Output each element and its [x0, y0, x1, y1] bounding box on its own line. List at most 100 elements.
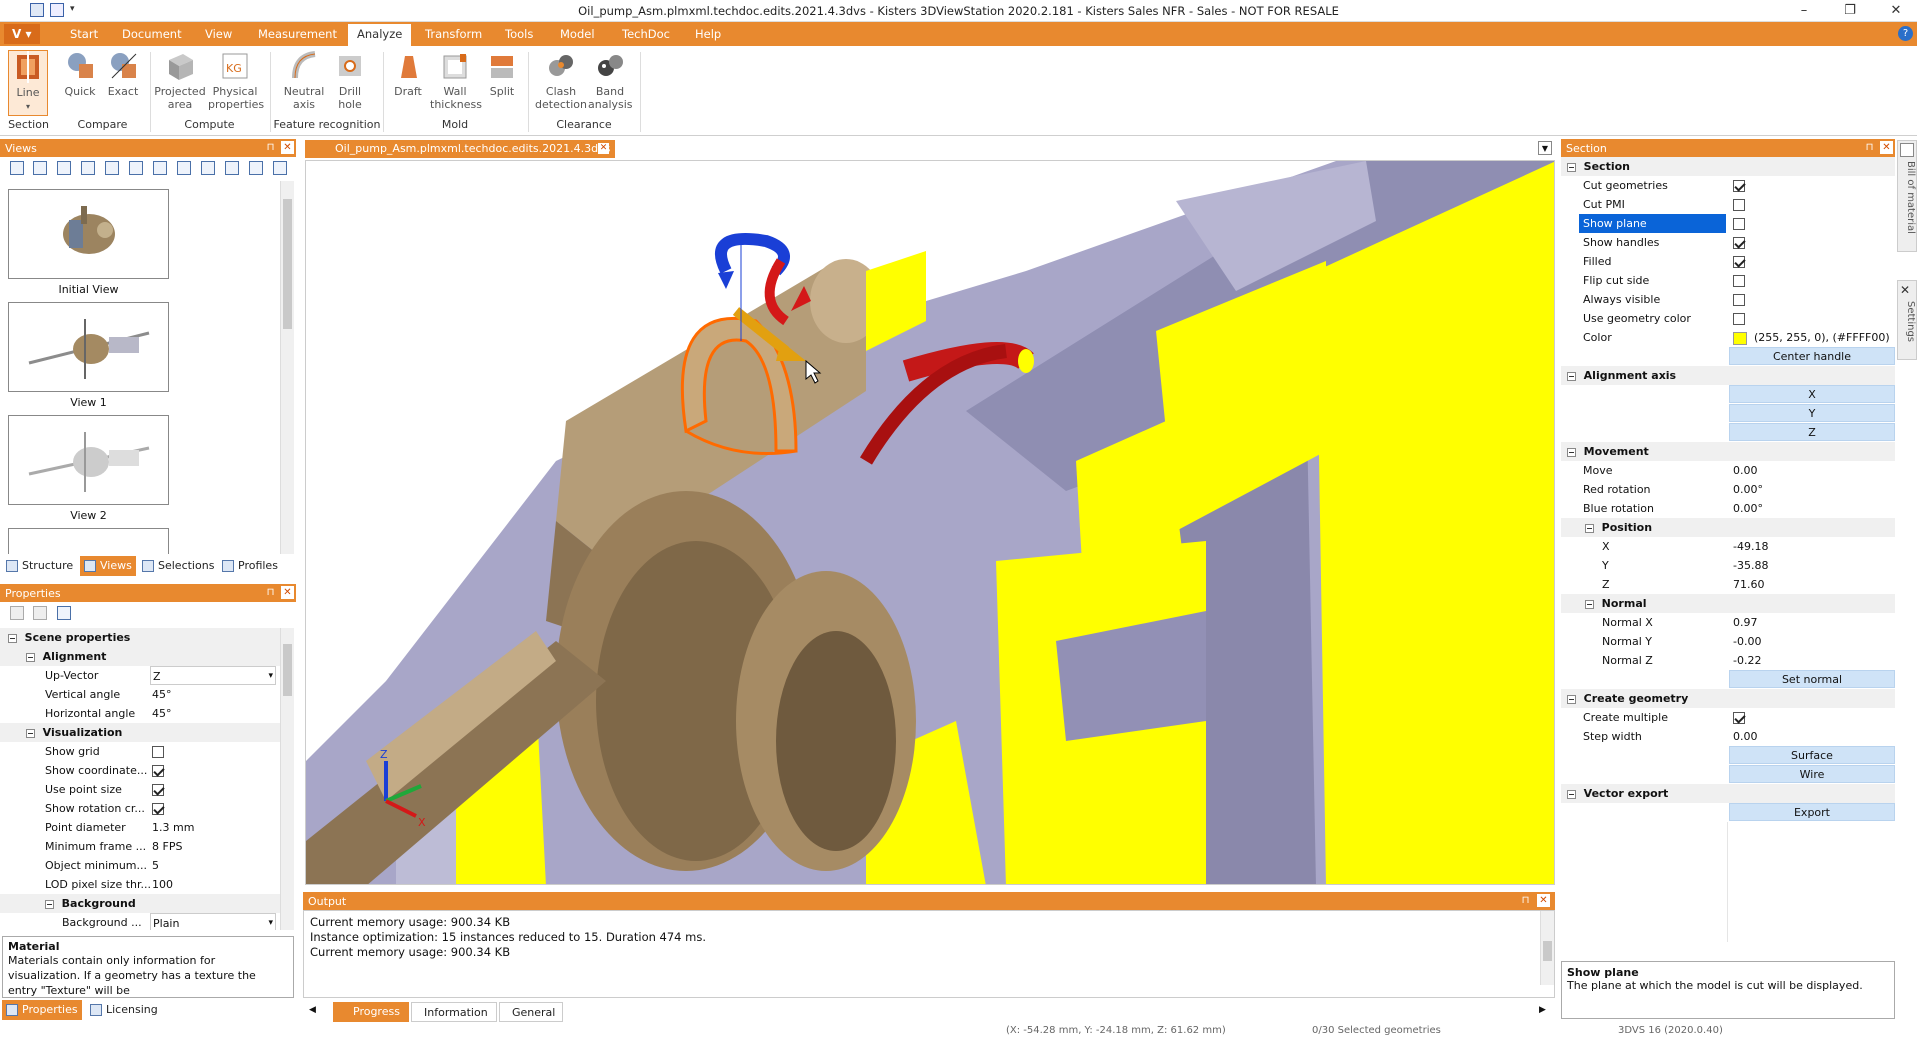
tabs-scroll-left-icon[interactable]: ◀	[309, 1005, 316, 1015]
clash-detection-button[interactable]: Clash detection	[534, 50, 588, 111]
show-handles-checkbox[interactable]	[1733, 237, 1745, 249]
menu-document[interactable]: Document	[122, 27, 182, 41]
delete-view-icon[interactable]	[81, 161, 95, 175]
position-x-value[interactable]: -49.18	[1733, 537, 1768, 556]
cut-geometries-checkbox[interactable]	[1733, 180, 1745, 192]
visualization-header[interactable]: Visualization	[0, 723, 282, 742]
set-normal-button[interactable]: Set normal	[1729, 670, 1895, 688]
create-geometry-header[interactable]: Create geometry	[1561, 689, 1895, 708]
help-icon[interactable]: ?	[1898, 26, 1913, 41]
close-panel-icon[interactable]: ✕	[281, 141, 294, 154]
views-scrollbar[interactable]	[280, 181, 294, 554]
menu-transform[interactable]: Transform	[425, 27, 482, 41]
menu-help[interactable]: Help	[695, 27, 721, 41]
surface-button[interactable]: Surface	[1729, 746, 1895, 764]
update-view-icon[interactable]	[57, 161, 71, 175]
tab-progress[interactable]: Progress	[333, 1002, 409, 1022]
normal-header[interactable]: Normal	[1561, 594, 1895, 613]
restore-button[interactable]: ❐	[1836, 1, 1864, 21]
neutral-axis-button[interactable]: Neutral axis	[280, 50, 328, 111]
view-thumbnail-1[interactable]	[8, 302, 169, 392]
center-handle-button[interactable]: Center handle	[1729, 347, 1895, 365]
alignment-header[interactable]: Alignment	[0, 647, 282, 666]
add-view-icon[interactable]	[33, 161, 47, 175]
3d-viewport[interactable]: Z X	[305, 160, 1555, 885]
menu-model[interactable]: Model	[560, 27, 595, 41]
menu-tools[interactable]: Tools	[505, 27, 533, 41]
tab-selections[interactable]: Selections	[138, 556, 218, 576]
section-group-header[interactable]: Section	[1561, 157, 1895, 176]
line-button[interactable]: Line ▾	[8, 50, 48, 116]
align-y-button[interactable]: Y	[1729, 404, 1895, 422]
exact-button[interactable]: Exact	[103, 50, 143, 98]
always-visible-checkbox[interactable]	[1733, 294, 1745, 306]
previous-view-icon[interactable]	[105, 161, 119, 175]
view-settings-icon[interactable]	[249, 161, 263, 175]
pin-icon[interactable]: ⊓	[264, 141, 277, 154]
pin-icon[interactable]: ⊓	[264, 586, 277, 599]
next-view-icon[interactable]	[153, 161, 167, 175]
minimize-button[interactable]: –	[1790, 1, 1818, 21]
tab-views[interactable]: Views	[80, 556, 136, 576]
position-z-value[interactable]: 71.60	[1733, 575, 1765, 594]
filled-checkbox[interactable]	[1733, 256, 1745, 268]
flip-cut-side-checkbox[interactable]	[1733, 275, 1745, 287]
up-vector-select[interactable]: Z ▾	[150, 666, 276, 685]
filter-icon[interactable]	[57, 606, 71, 620]
red-rotation-value[interactable]: 0.00°	[1733, 480, 1763, 499]
menu-measurement[interactable]: Measurement	[258, 27, 337, 41]
cut-pmi-checkbox[interactable]	[1733, 199, 1745, 211]
wall-thickness-button[interactable]: Wall thickness	[430, 50, 482, 111]
pin-icon[interactable]: ⊓	[1519, 894, 1532, 907]
show-grid-checkbox[interactable]	[152, 746, 164, 758]
align-x-button[interactable]: X	[1729, 385, 1895, 403]
tab-structure[interactable]: Structure	[2, 556, 77, 576]
step-width-value[interactable]: 0.00	[1733, 727, 1758, 746]
background-header[interactable]: Background	[0, 894, 282, 913]
background-select[interactable]: Plain ▾	[150, 913, 276, 930]
physical-properties-button[interactable]: KG Physical properties	[208, 50, 264, 111]
document-list-dropdown-icon[interactable]: ▼	[1538, 141, 1552, 155]
position-y-value[interactable]: -35.88	[1733, 556, 1768, 575]
vertical-angle-value[interactable]: 45°	[152, 685, 172, 704]
align-z-button[interactable]: Z	[1729, 423, 1895, 441]
document-tab[interactable]: Oil_pump_Asm.plmxml.techdoc.edits.2021.4…	[305, 140, 615, 158]
split-button[interactable]: Split	[482, 50, 522, 98]
show-rotation-checkbox[interactable]	[152, 803, 164, 815]
sort-alpha-icon[interactable]	[33, 606, 47, 620]
menu-view[interactable]: View	[205, 27, 232, 41]
use-point-size-checkbox[interactable]	[152, 784, 164, 796]
alignment-axis-header[interactable]: Alignment axis	[1561, 366, 1895, 385]
lod-value[interactable]: 100	[152, 875, 173, 894]
min-frame-value[interactable]: 8 FPS	[152, 837, 182, 856]
view-thumbnail-2[interactable]	[8, 415, 169, 505]
output-scrollbar[interactable]	[1540, 911, 1554, 985]
menu-techdoc[interactable]: TechDoc	[622, 27, 670, 41]
close-panel-icon[interactable]: ✕	[1537, 894, 1550, 907]
vector-export-header[interactable]: Vector export	[1561, 784, 1895, 803]
use-geometry-color-checkbox[interactable]	[1733, 313, 1745, 325]
pin-icon[interactable]: ⊓	[1863, 141, 1876, 154]
tab-information[interactable]: Information	[411, 1002, 497, 1022]
position-header[interactable]: Position	[1561, 518, 1895, 537]
show-plane-checkbox[interactable]	[1733, 218, 1745, 230]
band-analysis-button[interactable]: Band analysis	[588, 50, 633, 111]
close-tab-icon[interactable]: ✕	[598, 143, 609, 154]
scene-properties-header[interactable]: Scene properties	[0, 628, 282, 647]
app-menu-button[interactable]: V ▾	[4, 24, 40, 44]
quick-button[interactable]: Quick	[60, 50, 100, 98]
point-diameter-value[interactable]: 1.3 mm	[152, 818, 194, 837]
show-coordinate-checkbox[interactable]	[152, 765, 164, 777]
create-multiple-checkbox[interactable]	[1733, 712, 1745, 724]
tab-general[interactable]: General	[499, 1002, 563, 1022]
stop-icon[interactable]	[129, 161, 143, 175]
close-panel-icon[interactable]: ✕	[1880, 141, 1893, 154]
move-value[interactable]: 0.00	[1733, 461, 1758, 480]
home-view-icon[interactable]	[10, 161, 24, 175]
normal-y-value[interactable]: -0.00	[1733, 632, 1761, 651]
menu-start[interactable]: Start	[70, 27, 98, 41]
menu-analyze[interactable]: Analyze	[348, 24, 412, 46]
horizontal-angle-value[interactable]: 45°	[152, 704, 172, 723]
color-picker[interactable]: (255, 255, 0), (#FFFF00)	[1733, 328, 1890, 347]
view-options-icon[interactable]	[177, 161, 191, 175]
